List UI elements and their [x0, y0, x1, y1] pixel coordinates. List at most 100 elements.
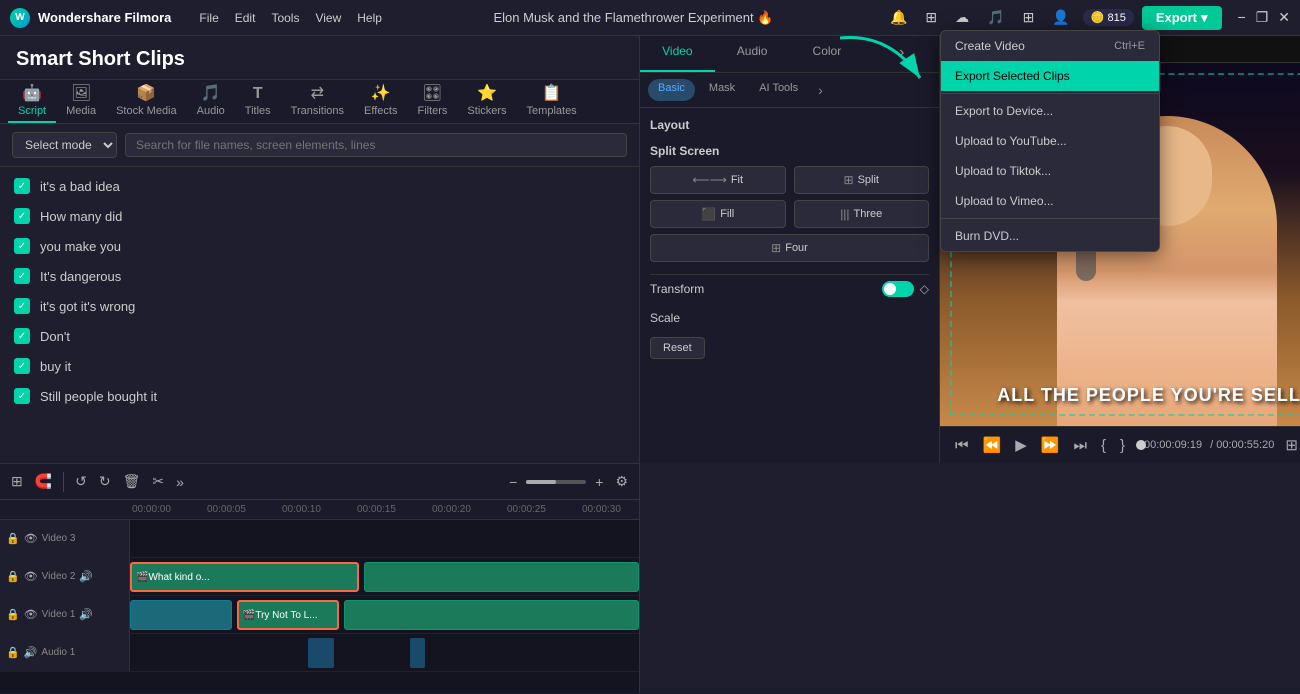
- menu-file[interactable]: File: [199, 11, 218, 25]
- maximize-button[interactable]: ❐: [1256, 9, 1269, 26]
- list-item[interactable]: ✓ buy it: [0, 351, 639, 381]
- tab-transitions[interactable]: ⇄ Transitions: [281, 79, 354, 123]
- checkbox[interactable]: ✓: [14, 268, 30, 284]
- grid-icon[interactable]: ⊞: [1018, 7, 1040, 28]
- list-item[interactable]: ✓ How many did: [0, 201, 639, 231]
- magnet-icon[interactable]: 🧲: [32, 470, 55, 493]
- create-video-item[interactable]: Create Video Ctrl+E: [941, 31, 1159, 61]
- track-audio-mute-icon[interactable]: 🔊: [24, 646, 38, 659]
- list-item[interactable]: ✓ Still people bought it: [0, 381, 639, 411]
- prev-skip-forward-icon[interactable]: ⏭: [1070, 434, 1090, 457]
- mode-select[interactable]: Select mode: [12, 132, 117, 158]
- prop-tab-audio[interactable]: Audio: [715, 36, 790, 72]
- checkbox[interactable]: ✓: [14, 298, 30, 314]
- menu-view[interactable]: View: [315, 11, 341, 25]
- close-button[interactable]: ✕: [1278, 9, 1290, 26]
- track-clips-video2[interactable]: 🎬 What kind o...: [130, 558, 639, 595]
- prop-tab-color[interactable]: Color: [790, 36, 865, 72]
- prev-mark-in-icon[interactable]: {: [1098, 434, 1109, 457]
- track-audio-icon[interactable]: 🔊: [79, 608, 93, 621]
- menu-edit[interactable]: Edit: [235, 11, 256, 25]
- tab-filters[interactable]: 🎛 Filters: [407, 79, 457, 123]
- checkbox[interactable]: ✓: [14, 208, 30, 224]
- checkbox[interactable]: ✓: [14, 388, 30, 404]
- track-eye-icon[interactable]: 👁: [24, 532, 38, 545]
- checkbox[interactable]: ✓: [14, 358, 30, 374]
- track-lock-icon[interactable]: 🔒: [6, 532, 20, 545]
- tab-audio[interactable]: 🎵 Audio: [187, 79, 235, 123]
- track-audio-icon[interactable]: 🔊: [79, 570, 93, 583]
- three-button[interactable]: ||| Three: [794, 200, 930, 228]
- zoom-in-icon[interactable]: +: [592, 471, 606, 493]
- four-button[interactable]: ⊞ Four: [650, 234, 929, 262]
- burn-dvd-item[interactable]: Burn DVD...: [941, 221, 1159, 251]
- settings-icon[interactable]: ⚙: [612, 470, 631, 493]
- track-clip[interactable]: 🎬 What kind o...: [130, 562, 359, 592]
- export-selected-item[interactable]: Export Selected Clips: [941, 61, 1159, 91]
- track-lock-icon[interactable]: 🔒: [6, 608, 20, 621]
- upload-tiktok-item[interactable]: Upload to Tiktok...: [941, 156, 1159, 186]
- prev-step-back-icon[interactable]: ⏪: [980, 433, 1005, 457]
- transform-toggle[interactable]: [882, 281, 914, 297]
- reset-button[interactable]: Reset: [650, 337, 705, 359]
- cloud-icon[interactable]: ☁: [950, 7, 974, 28]
- track-clip-selected[interactable]: 🎬 Try Not To L...: [237, 600, 339, 630]
- checkbox[interactable]: ✓: [14, 328, 30, 344]
- more-icon[interactable]: »: [173, 471, 187, 493]
- audio-clip[interactable]: [410, 638, 425, 668]
- tab-stickers[interactable]: ⭐ Stickers: [457, 79, 516, 123]
- track-clip[interactable]: [364, 562, 639, 592]
- tab-templates[interactable]: 📋 Templates: [517, 79, 587, 123]
- track-clips-audio1[interactable]: [130, 634, 639, 671]
- tab-titles[interactable]: T Titles: [235, 81, 281, 123]
- track-eye-icon[interactable]: 👁: [24, 570, 38, 583]
- list-item[interactable]: ✓ It's dangerous: [0, 261, 639, 291]
- list-item[interactable]: ✓ it's a bad idea: [0, 171, 639, 201]
- upload-youtube-item[interactable]: Upload to YouTube...: [941, 126, 1159, 156]
- track-clips-video1[interactable]: 🎬 Try Not To L...: [130, 596, 639, 633]
- share-icon[interactable]: ⊞: [920, 7, 942, 28]
- progress-handle[interactable]: [1136, 440, 1146, 450]
- tab-media[interactable]: 🖼 Media: [56, 79, 106, 123]
- tab-stock-media[interactable]: 📦 Stock Media: [106, 79, 187, 123]
- bell-icon[interactable]: 🎵: [982, 7, 1009, 28]
- split-icon[interactable]: ✂: [149, 470, 167, 493]
- prev-skip-back-icon[interactable]: ⏮: [952, 434, 972, 457]
- fill-button[interactable]: ⬛ Fill: [650, 200, 786, 228]
- menu-tools[interactable]: Tools: [271, 11, 299, 25]
- layout-icon[interactable]: ⊞: [8, 470, 26, 493]
- track-lock-icon[interactable]: 🔒: [6, 646, 20, 659]
- prev-mark-out-icon[interactable]: }: [1117, 434, 1128, 457]
- track-clip[interactable]: [130, 600, 232, 630]
- transform-settings-icon[interactable]: ◇: [920, 282, 929, 296]
- sub-tab-basic[interactable]: Basic: [648, 79, 695, 101]
- prop-tab-more[interactable]: ›: [864, 36, 939, 72]
- delete-icon[interactable]: 🗑: [120, 470, 144, 493]
- minimize-button[interactable]: −: [1238, 9, 1246, 26]
- sub-tab-more-icon[interactable]: ›: [812, 79, 829, 101]
- track-lock-icon[interactable]: 🔒: [6, 570, 20, 583]
- sub-tab-mask[interactable]: Mask: [699, 79, 745, 101]
- export-device-item[interactable]: Export to Device...: [941, 96, 1159, 126]
- checkbox[interactable]: ✓: [14, 178, 30, 194]
- avatar-icon[interactable]: 👤: [1047, 7, 1074, 28]
- sub-tab-ai-tools[interactable]: AI Tools: [749, 79, 808, 101]
- redo-icon[interactable]: ↻: [96, 470, 114, 493]
- tab-script[interactable]: 🤖 Script: [8, 79, 56, 123]
- search-input[interactable]: [125, 133, 627, 157]
- checkbox[interactable]: ✓: [14, 238, 30, 254]
- undo-icon[interactable]: ↺: [72, 470, 90, 493]
- menu-help[interactable]: Help: [357, 11, 382, 25]
- fit-button[interactable]: ⟵⟶ Fit: [650, 166, 786, 194]
- zoom-out-icon[interactable]: −: [506, 471, 520, 493]
- notifications-icon[interactable]: 🔔: [885, 7, 912, 28]
- prop-tab-video[interactable]: Video: [640, 36, 715, 72]
- track-clip[interactable]: [344, 600, 639, 630]
- split-button[interactable]: ⊞ Split: [794, 166, 930, 194]
- export-button[interactable]: Export ▾: [1142, 6, 1222, 30]
- prev-play-icon[interactable]: ▶: [1012, 433, 1030, 457]
- upload-vimeo-item[interactable]: Upload to Vimeo...: [941, 186, 1159, 216]
- tab-effects[interactable]: ✨ Effects: [354, 79, 407, 123]
- track-eye-icon[interactable]: 👁: [24, 608, 38, 621]
- list-item[interactable]: ✓ you make you: [0, 231, 639, 261]
